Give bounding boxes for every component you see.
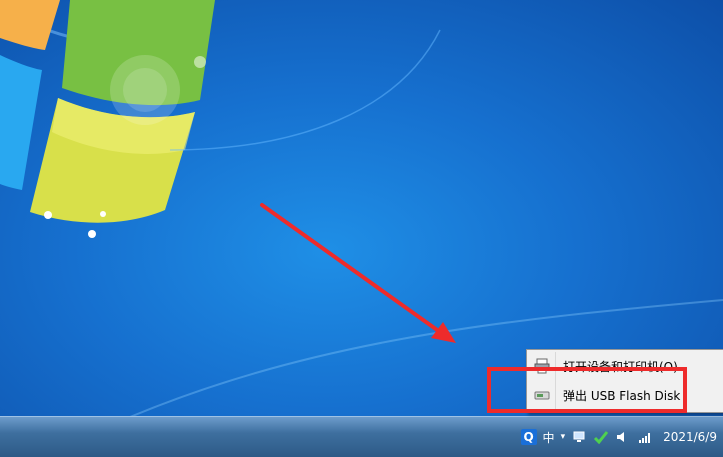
clock[interactable]: 2021/6/9 bbox=[663, 429, 717, 445]
ime-q-badge[interactable]: Q bbox=[520, 429, 537, 445]
network-icon[interactable] bbox=[571, 430, 587, 444]
taskbar: Q 中 ▾ 2021/6/9 bbox=[0, 416, 723, 457]
red-highlight-box bbox=[487, 367, 687, 413]
ime-language-label[interactable]: 中 bbox=[543, 429, 555, 446]
tray-expand-icon[interactable]: ▾ bbox=[561, 432, 566, 442]
signal-bars-icon[interactable] bbox=[637, 430, 653, 444]
system-tray: Q 中 ▾ 2021/6/9 bbox=[520, 417, 723, 457]
volume-icon[interactable] bbox=[615, 430, 631, 444]
safely-remove-hardware-icon[interactable] bbox=[593, 430, 609, 444]
clock-date: 2021/6/9 bbox=[663, 430, 717, 444]
